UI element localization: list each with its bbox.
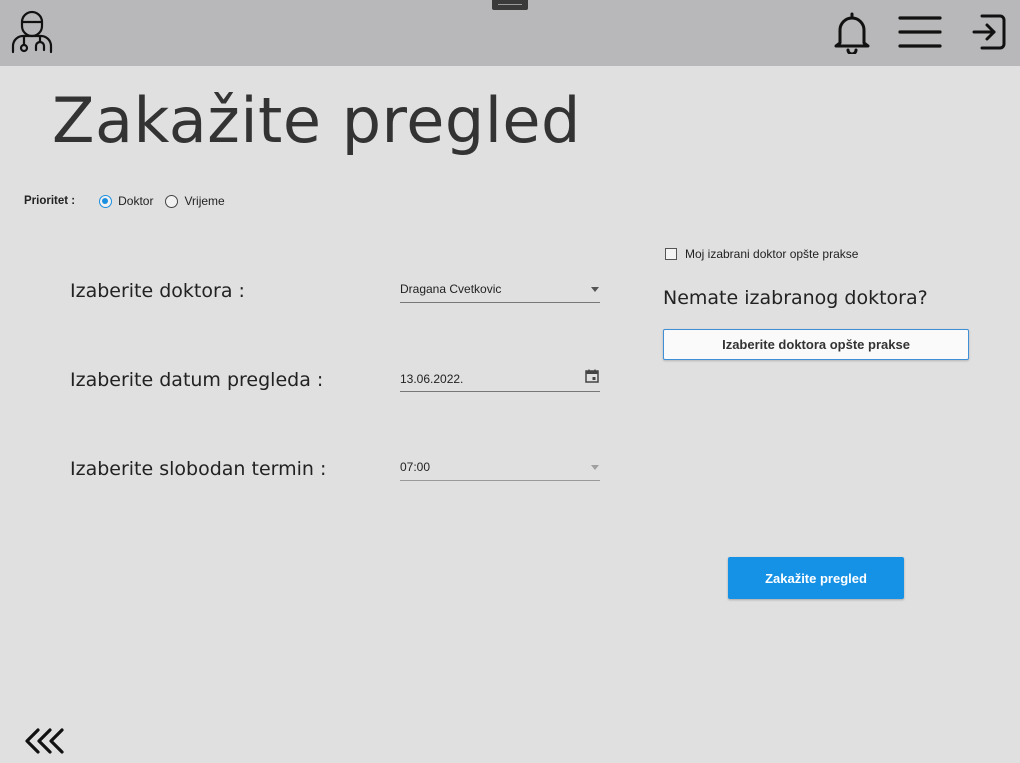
doctor-select[interactable]: Dragana Cvetkovic [400, 281, 600, 303]
my-gp-checkbox[interactable] [665, 248, 677, 260]
date-picker[interactable]: 13.06.2022. [400, 369, 600, 392]
slot-label: Izaberite slobodan termin : [70, 458, 327, 480]
chevron-down-icon [591, 465, 599, 470]
menu-icon[interactable] [896, 12, 944, 52]
top-bar [0, 0, 1020, 66]
radio-time-label: Vrijeme [184, 194, 225, 208]
back-icon[interactable] [24, 726, 68, 756]
slot-select-value: 07:00 [400, 460, 431, 474]
chevron-down-icon [591, 287, 599, 292]
priority-group: Prioritet : Doktor Vrijeme [24, 192, 237, 210]
priority-time-option[interactable]: Vrijeme [165, 194, 225, 208]
doctor-label: Izaberite doktora : [70, 280, 245, 302]
doctor-select-value: Dragana Cvetkovic [400, 282, 502, 296]
schedule-button[interactable]: Zakažite pregled [728, 557, 904, 599]
choose-gp-button[interactable]: Izaberite doktora opšte prakse [663, 329, 969, 360]
my-gp-checkbox-row[interactable]: Moj izabrani doktor opšte prakse [665, 247, 858, 261]
my-gp-checkbox-label: Moj izabrani doktor opšte prakse [685, 247, 859, 261]
date-label: Izaberite datum pregleda : [70, 369, 324, 391]
calendar-icon[interactable] [585, 369, 599, 383]
page-title: Zakažite pregled [52, 84, 581, 157]
no-doctor-text: Nemate izabranog doktora? [663, 287, 928, 309]
date-picker-value: 13.06.2022. [400, 372, 464, 386]
top-handle[interactable] [492, 0, 528, 10]
logout-icon[interactable] [968, 10, 1008, 54]
priority-label: Prioritet : [24, 195, 76, 207]
radio-doctor[interactable] [99, 194, 113, 208]
bell-icon[interactable] [832, 10, 872, 54]
doctor-icon[interactable] [8, 8, 56, 56]
radio-doctor-label: Doktor [118, 194, 154, 208]
priority-doctor-option[interactable]: Doktor [99, 194, 153, 208]
radio-time[interactable] [165, 194, 179, 208]
slot-select[interactable]: 07:00 [400, 459, 600, 481]
